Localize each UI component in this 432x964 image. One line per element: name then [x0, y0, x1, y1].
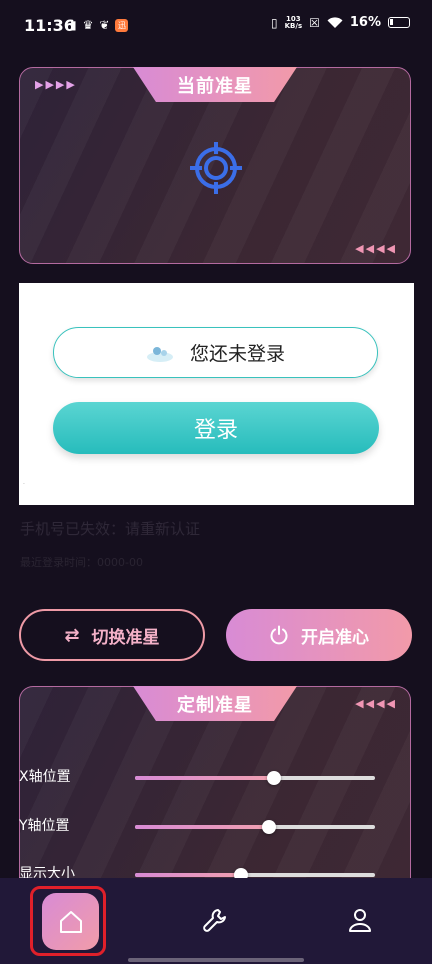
status-time: 11:36 — [24, 16, 75, 35]
switch-crosshair-button[interactable]: ⇄ 切换准星 — [19, 609, 205, 661]
battery-icon — [388, 17, 410, 28]
wifi-icon — [327, 16, 343, 28]
slider-fill — [135, 873, 241, 877]
vibrate-icon: ▯ — [271, 15, 278, 30]
swap-arrows-icon: ⇄ — [64, 624, 80, 646]
sim-off-icon: ☒ — [309, 15, 320, 30]
status-bar: 11:36 ▮ ♛ ❦ 迅 ▯ 103 KB/s ☒ 16% — [0, 0, 432, 52]
enable-crosshair-label: 开启准心 — [301, 627, 369, 648]
cloud-avatar-icon — [146, 346, 173, 362]
net-speed-unit: KB/s — [284, 21, 303, 30]
system-icons: ▯ 103 KB/s ☒ 16% — [271, 15, 410, 30]
user-icon — [349, 909, 371, 932]
notification-icons: ▮ ♛ ❦ 迅 — [70, 18, 129, 32]
phone-invalid-message: 手机号已失效：请重新认证 — [20, 520, 201, 538]
corner-mark: · — [23, 481, 25, 488]
login-button[interactable]: 登录 — [53, 402, 379, 454]
enable-crosshair-button[interactable]: 开启准心 — [226, 609, 412, 661]
login-status-text: 您还未登录 — [189, 343, 285, 365]
login-status-box: 您还未登录 — [53, 327, 378, 378]
slider-track[interactable] — [135, 868, 375, 882]
crosshair-icon — [190, 142, 242, 194]
crown-icon: ♛ — [82, 18, 94, 32]
app-badge-icon: 迅 — [115, 18, 129, 32]
right-arrows-icon: ◀◀◀◀ — [355, 242, 397, 255]
bottom-navigation — [0, 878, 432, 964]
leaf-icon: ❦ — [99, 18, 110, 32]
power-icon — [270, 625, 288, 645]
nav-home-button[interactable] — [42, 893, 99, 950]
left-arrows-icon: ▶▶▶▶ — [35, 78, 77, 91]
login-panel: 您还未登录 登录 · — [19, 283, 414, 505]
slider-row: 显示大小 — [19, 797, 411, 887]
current-crosshair-title: 当前准星 — [133, 67, 297, 102]
faded-info-text: 最近登录时间：0000-00 — [20, 556, 143, 569]
current-crosshair-card: 当前准星 ▶▶▶▶ ◀◀◀◀ — [19, 67, 411, 264]
nav-profile-button[interactable] — [345, 905, 375, 935]
wrench-icon — [203, 909, 226, 932]
home-icon — [59, 910, 82, 933]
nav-tools-button[interactable] — [200, 905, 230, 935]
home-indicator[interactable] — [128, 958, 304, 962]
battery-percent: 16% — [349, 15, 381, 30]
switch-crosshair-label: 切换准星 — [91, 627, 160, 648]
net-speed: 103 KB/s — [284, 15, 303, 30]
sim-icon: ▮ — [70, 18, 77, 32]
